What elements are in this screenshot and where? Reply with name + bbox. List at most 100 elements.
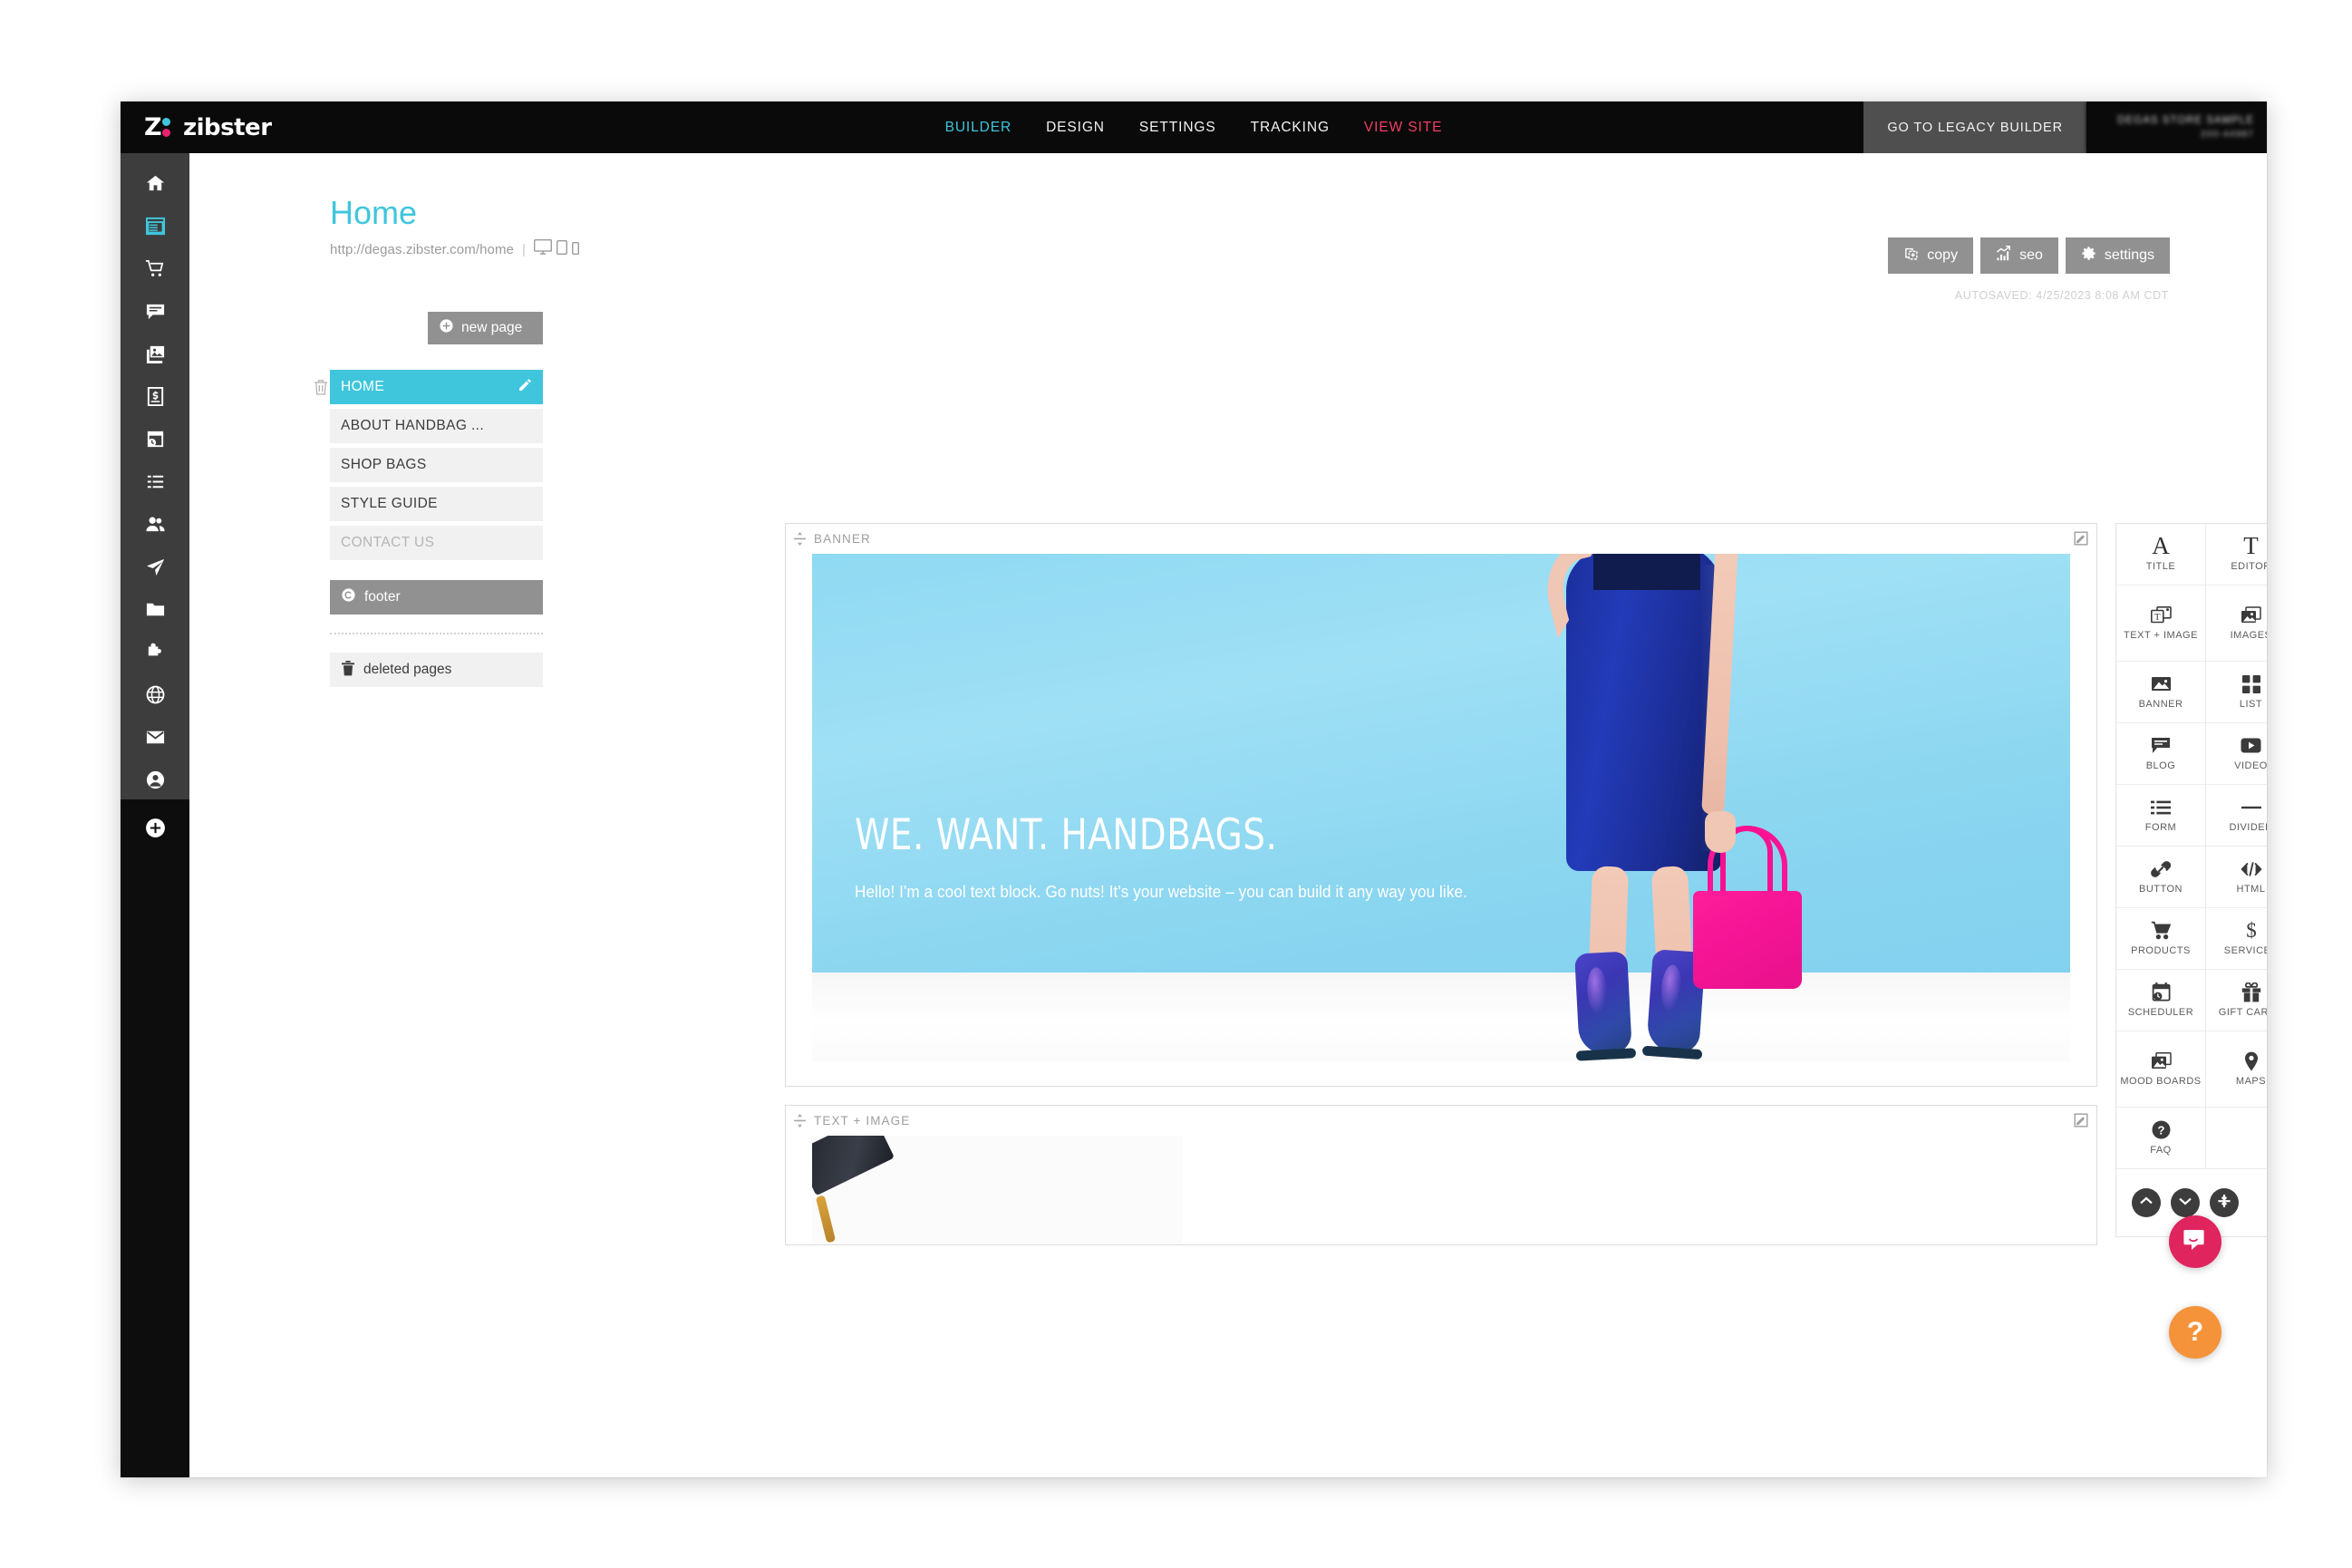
- sidebar-item-invoices[interactable]: [121, 377, 189, 420]
- widget-maps[interactable]: MAPS: [2206, 1031, 2267, 1108]
- tab-design[interactable]: DESIGN: [1046, 120, 1105, 136]
- account-info[interactable]: DEGAS STORE SAMPLE 200-44987: [2086, 102, 2267, 153]
- widget-divider[interactable]: DIVIDER: [2206, 785, 2267, 847]
- widget-title[interactable]: A TITLE: [2116, 524, 2206, 586]
- widget-video[interactable]: VIDEO: [2206, 723, 2267, 785]
- deleted-pages-label: deleted pages: [363, 662, 452, 677]
- settings-button[interactable]: settings: [2065, 237, 2170, 274]
- copyright-icon: [341, 587, 356, 607]
- new-page-label: new page: [461, 320, 523, 335]
- scroll-up-button[interactable]: [2132, 1188, 2161, 1217]
- widget-empty-slot: [2206, 1108, 2267, 1169]
- sidebar-item-integrations[interactable]: [121, 633, 189, 675]
- tab-settings[interactable]: SETTINGS: [1139, 120, 1216, 136]
- seo-chart-icon: [1996, 246, 2011, 266]
- intercom-chat-button[interactable]: [2169, 1215, 2221, 1268]
- account-name: DEGAS STORE SAMPLE: [2117, 115, 2254, 126]
- figure-boot-left: [1573, 951, 1632, 1056]
- collapse-button[interactable]: [2210, 1188, 2239, 1217]
- seo-button[interactable]: seo: [1980, 237, 2058, 274]
- delete-page-icon[interactable]: [314, 379, 330, 397]
- widget-banner[interactable]: BANNER: [2116, 662, 2206, 723]
- account-icon: [145, 769, 166, 795]
- invoice-icon: [145, 386, 166, 411]
- page-url: http://degas.zibster.com/home: [330, 241, 515, 257]
- sidebar-item-store[interactable]: [121, 249, 189, 292]
- sidebar-item-mail[interactable]: [121, 718, 189, 760]
- title-serif-a-icon: A: [2152, 532, 2170, 559]
- add-button[interactable]: [121, 803, 189, 857]
- widget-faq[interactable]: ? FAQ: [2116, 1108, 2206, 1169]
- widget-label: LIST: [2239, 699, 2263, 710]
- widget-label: IMAGES: [2230, 630, 2267, 641]
- widget-form[interactable]: FORM: [2116, 785, 2206, 847]
- drag-handle-icon[interactable]: [794, 532, 806, 546]
- footer-item[interactable]: footer: [330, 580, 543, 615]
- chevron-up-icon: [2139, 1195, 2154, 1211]
- page-item-label: HOME: [341, 379, 385, 394]
- deleted-pages-button[interactable]: deleted pages: [330, 653, 543, 687]
- edit-block-icon[interactable]: [2074, 1113, 2088, 1132]
- widget-blog[interactable]: BLOG: [2116, 723, 2206, 785]
- gallery-icon: [145, 344, 166, 369]
- tablet-preview-icon[interactable]: [556, 239, 567, 259]
- widget-text-image[interactable]: T TEXT + IMAGE: [2116, 586, 2206, 662]
- widget-scheduler[interactable]: SCHEDULER: [2116, 970, 2206, 1031]
- app-window: Z zibster BUILDER DESIGN SETTINGS TRACKI…: [121, 102, 2267, 1477]
- desktop-preview-icon[interactable]: [533, 238, 552, 259]
- canvas-block-text-image[interactable]: TEXT + IMAGE: [785, 1105, 2097, 1245]
- page-item-about-handbag[interactable]: ABOUT HANDBAG ...: [330, 409, 543, 443]
- sidebar-item-website[interactable]: [121, 207, 189, 249]
- sidebar-item-send[interactable]: [121, 547, 189, 590]
- widget-label: BANNER: [2138, 699, 2183, 710]
- logo-mark: Z: [144, 115, 177, 140]
- sidebar-item-account[interactable]: [121, 760, 189, 803]
- gear-icon: [2081, 246, 2096, 266]
- page-item-label: ABOUT HANDBAG ...: [341, 418, 485, 433]
- widget-html[interactable]: HTML: [2206, 847, 2267, 908]
- sidebar-item-forms[interactable]: [121, 462, 189, 505]
- widget-grid: A TITLE T EDITOR T TEXT + IMAGE IMAGES: [2116, 524, 2267, 1169]
- mobile-preview-icon[interactable]: [571, 241, 579, 259]
- seo-label: seo: [2019, 247, 2043, 263]
- tab-tracking[interactable]: TRACKING: [1251, 120, 1330, 136]
- zibster-logo[interactable]: Z zibster: [144, 114, 272, 141]
- widget-images[interactable]: IMAGES: [2206, 586, 2267, 662]
- canvas-block-banner[interactable]: BANNER WE. WANT. HANDBAGS. Hello! I'm a …: [785, 523, 2097, 1087]
- block-label: TEXT + IMAGE: [814, 1114, 911, 1128]
- widget-mood-boards[interactable]: MOOD BOARDS: [2116, 1031, 2206, 1108]
- scroll-down-button[interactable]: [2171, 1188, 2200, 1217]
- page-item-contact-us[interactable]: CONTACT US: [330, 526, 543, 560]
- help-button[interactable]: ?: [2169, 1306, 2221, 1359]
- sidebar-item-scheduler[interactable]: [121, 420, 189, 462]
- widget-editor[interactable]: T EDITOR: [2206, 524, 2267, 586]
- pink-handbag: [1692, 891, 1802, 989]
- widget-gift-cards[interactable]: GIFT CARDS: [2206, 970, 2267, 1031]
- dollar-sign-icon: $: [2244, 920, 2259, 941]
- strap-curve-c: [965, 1136, 1063, 1244]
- drag-handle-icon[interactable]: [794, 1114, 806, 1128]
- page-item-shop-bags[interactable]: SHOP BAGS: [330, 448, 543, 482]
- page-item-style-guide[interactable]: STYLE GUIDE: [330, 487, 543, 521]
- sidebar-item-files[interactable]: [121, 590, 189, 633]
- sidebar-item-clients[interactable]: [121, 505, 189, 547]
- sidebar-item-blog[interactable]: [121, 292, 189, 334]
- widget-list[interactable]: LIST: [2206, 662, 2267, 723]
- copy-button[interactable]: copy: [1888, 237, 1974, 274]
- new-page-button[interactable]: new page: [428, 312, 543, 344]
- page-item-home[interactable]: HOME: [330, 370, 543, 404]
- widget-products[interactable]: PRODUCTS: [2116, 908, 2206, 970]
- form-lines-icon: [2151, 797, 2171, 818]
- banner-photo-figure: [1479, 554, 2070, 1061]
- images-icon: [2241, 605, 2261, 625]
- edit-page-icon[interactable]: [518, 378, 532, 397]
- widget-button[interactable]: BUTTON: [2116, 847, 2206, 908]
- tab-view-site[interactable]: VIEW SITE: [1364, 120, 1442, 136]
- go-to-legacy-builder-button[interactable]: GO TO LEGACY BUILDER: [1863, 102, 2086, 153]
- widget-services[interactable]: $ SERVICES: [2206, 908, 2267, 970]
- tab-builder[interactable]: BUILDER: [945, 120, 1011, 136]
- sidebar-item-gallery[interactable]: [121, 334, 189, 377]
- sidebar-item-domains[interactable]: [121, 675, 189, 718]
- sidebar-item-home[interactable]: [121, 164, 189, 207]
- edit-block-icon[interactable]: [2074, 531, 2088, 550]
